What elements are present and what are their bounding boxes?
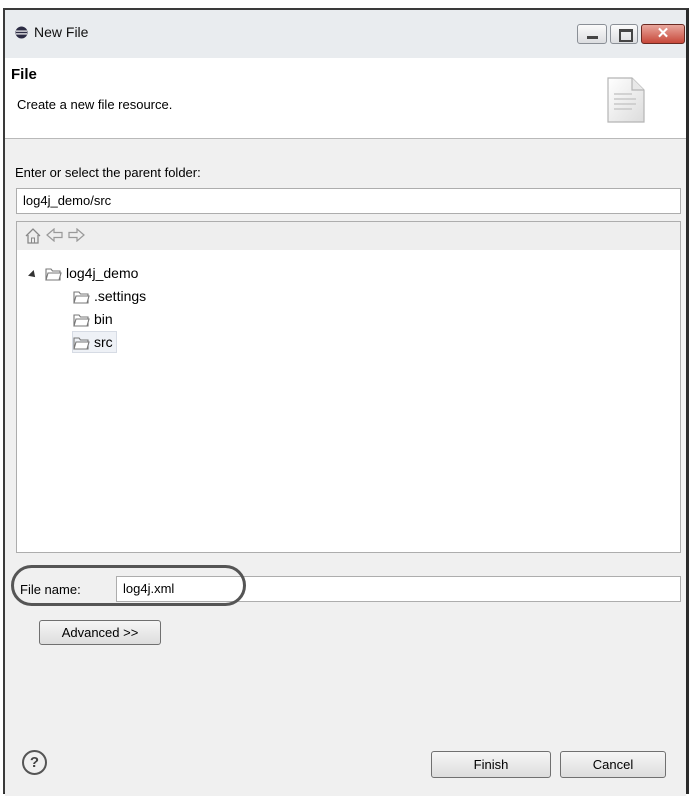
eclipse-icon <box>15 26 28 39</box>
tree-item-settings[interactable]: .settings <box>73 286 146 306</box>
tree-item-label: log4j_demo <box>66 265 139 281</box>
folder-icon <box>73 337 90 350</box>
close-button[interactable]: ✕ <box>641 24 685 44</box>
tree-item-label: bin <box>94 311 113 327</box>
tree-item-bin[interactable]: bin <box>73 309 113 329</box>
new-file-icon <box>607 77 645 123</box>
window-title: New File <box>34 24 89 40</box>
parent-folder-label: Enter or select the parent folder: <box>15 165 201 180</box>
minimize-button[interactable] <box>577 24 607 44</box>
close-icon: ✕ <box>656 25 670 42</box>
tree-item-log4j-demo[interactable]: log4j_demo <box>45 263 138 283</box>
tree-item-label: .settings <box>94 288 147 304</box>
folder-icon <box>73 314 90 327</box>
back-arrow-icon[interactable] <box>46 228 63 242</box>
cancel-button[interactable]: Cancel <box>560 751 666 778</box>
banner-title: File <box>11 66 37 83</box>
forward-arrow-icon[interactable] <box>68 228 85 242</box>
tree-toolbar <box>17 222 680 250</box>
title-bar: New File ✕ <box>5 10 686 58</box>
maximize-button[interactable] <box>610 24 638 44</box>
wizard-banner: File Create a new file resource. <box>5 58 686 139</box>
tree-item-label: src <box>94 334 113 350</box>
expand-collapse-icon[interactable] <box>28 270 38 280</box>
folder-tree[interactable]: log4j_demo .settings bin src <box>16 221 681 553</box>
new-file-dialog: New File ✕ File Create a new file resour… <box>3 8 689 796</box>
folder-icon <box>73 291 90 304</box>
minimize-icon <box>587 36 598 39</box>
help-icon[interactable]: ? <box>22 750 47 775</box>
highlight-ring <box>11 565 246 606</box>
home-icon[interactable] <box>25 228 41 245</box>
finish-button[interactable]: Finish <box>431 751 551 778</box>
maximize-icon <box>619 29 633 42</box>
advanced-button[interactable]: Advanced >> <box>39 620 161 645</box>
parent-folder-input[interactable]: log4j_demo/src <box>16 188 681 214</box>
tree-item-src[interactable]: src <box>72 331 117 353</box>
banner-description: Create a new file resource. <box>17 97 173 112</box>
folder-icon <box>45 268 62 281</box>
